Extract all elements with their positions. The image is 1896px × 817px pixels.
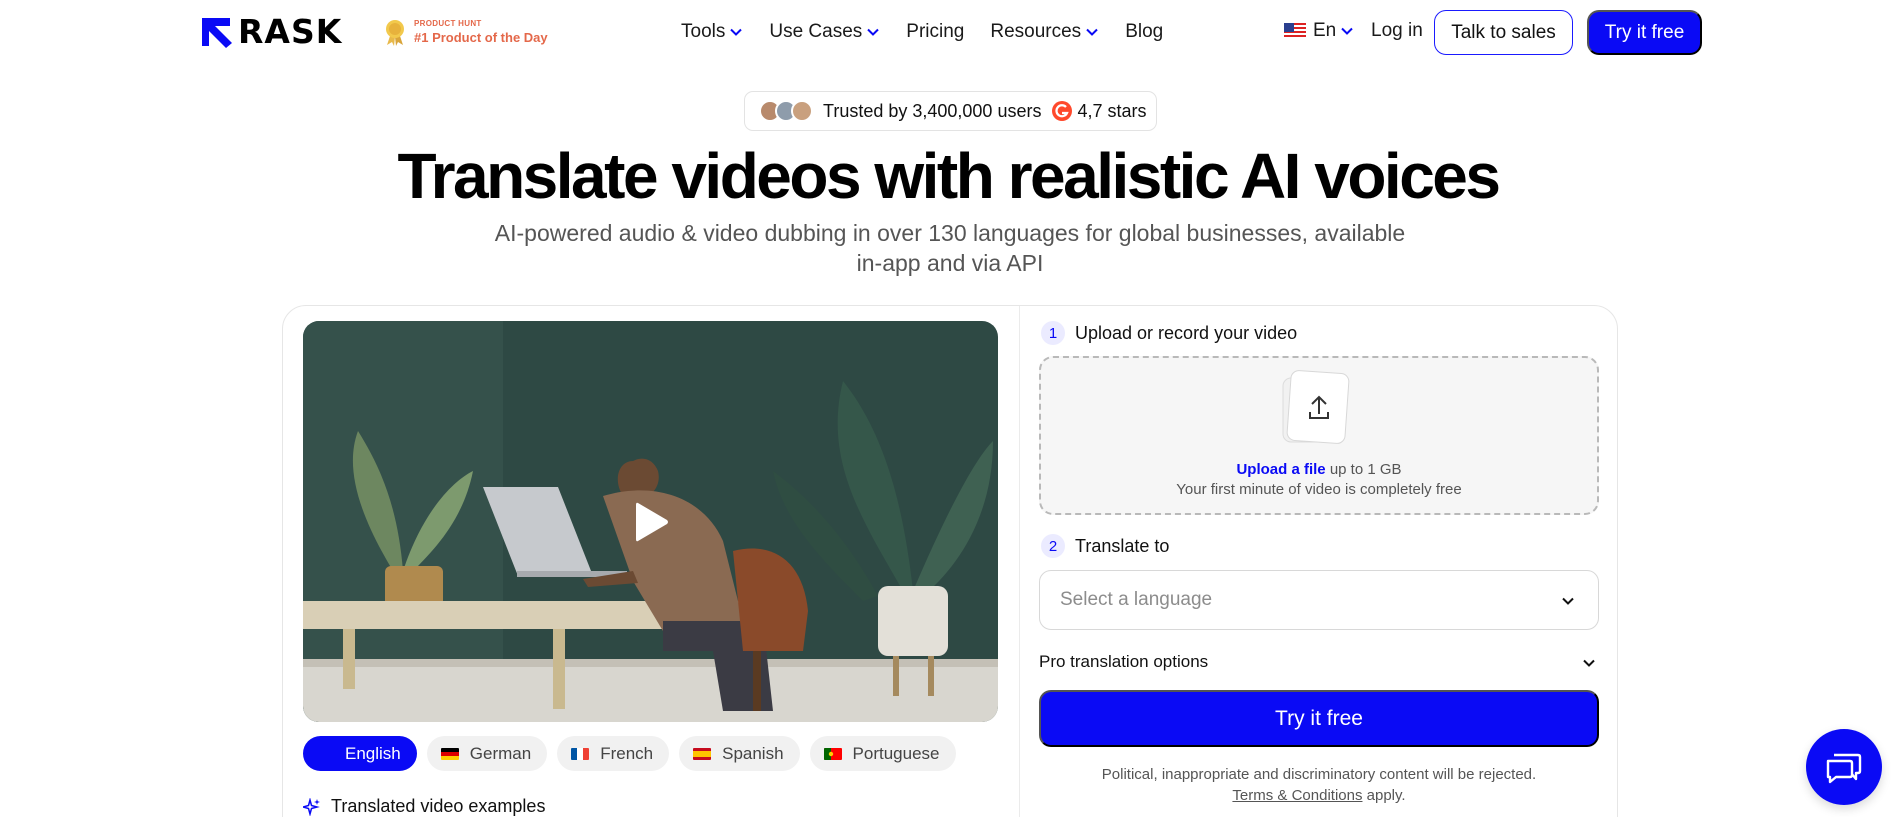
terms-link[interactable]: Terms & Conditions xyxy=(1232,787,1362,804)
sparkle-icon xyxy=(303,797,320,816)
upload-file-link[interactable]: Upload a file xyxy=(1236,461,1325,478)
chevron-down-icon xyxy=(1341,27,1353,35)
nav-blog[interactable]: Blog xyxy=(1125,20,1163,44)
language-chips: English German French Spanish Portuguese xyxy=(303,736,956,771)
rating-text: 4,7 stars xyxy=(1077,100,1147,121)
language-chip-label: French xyxy=(600,743,654,763)
nav-use-cases-label: Use Cases xyxy=(769,21,863,42)
spanish-flag-icon xyxy=(693,747,712,760)
language-chip-french[interactable]: French xyxy=(557,736,670,771)
nav-use-cases[interactable]: Use Cases xyxy=(769,20,880,44)
main-nav: Tools Use Cases Pricing Resources Blog xyxy=(681,20,1189,44)
portuguese-flag-icon xyxy=(823,747,842,760)
nav-tools[interactable]: Tools xyxy=(681,20,743,44)
language-chip-label: Portuguese xyxy=(852,743,940,763)
chevron-down-icon xyxy=(1583,659,1595,667)
product-hunt-badge[interactable]: PRODUCT HUNT #1 Product of the Day xyxy=(384,18,548,46)
medal-icon xyxy=(386,20,404,46)
us-flag-icon xyxy=(1284,23,1306,39)
chevron-down-icon xyxy=(730,28,743,36)
product-hunt-label: PRODUCT HUNT xyxy=(414,19,482,28)
arrow-logo-icon xyxy=(202,18,232,48)
upload-icon xyxy=(1282,370,1350,444)
content-disclaimer: Political, inappropriate and discriminat… xyxy=(1039,764,1599,806)
select-placeholder: Select a language xyxy=(1060,589,1213,610)
nav-pricing-label: Pricing xyxy=(906,21,965,42)
language-chip-label: English xyxy=(345,743,401,763)
step-label: Upload or record your video xyxy=(1075,322,1298,343)
nav-pricing[interactable]: Pricing xyxy=(906,20,964,44)
examples-label: Translated video examples xyxy=(331,796,546,816)
upload-note: Your first minute of video is completely… xyxy=(1176,481,1462,498)
step-upload: 1 Upload or record your video xyxy=(1041,321,1297,345)
language-chip-portuguese[interactable]: Portuguese xyxy=(809,736,956,771)
terms-suffix: apply. xyxy=(1366,787,1406,804)
user-avatars xyxy=(759,100,813,122)
chat-icon xyxy=(1826,753,1862,784)
pro-translation-options[interactable]: Pro translation options xyxy=(1039,652,1599,674)
chevron-down-icon xyxy=(867,28,879,36)
login-link[interactable]: Log in xyxy=(1371,20,1423,42)
chevron-down-icon xyxy=(1562,597,1574,605)
play-icon[interactable] xyxy=(634,500,670,544)
logo-text: RASK xyxy=(238,12,343,51)
upload-hint: Upload a file up to 1 GB xyxy=(1039,461,1599,478)
site-header: RASK PRODUCT HUNT #1 Product of the Day … xyxy=(0,0,1896,66)
language-chip-spanish[interactable]: Spanish xyxy=(679,736,800,771)
g2-logo-icon xyxy=(1052,101,1073,121)
try-free-header-button[interactable]: Try it free xyxy=(1587,10,1702,55)
product-hunt-award: #1 Product of the Day xyxy=(414,30,548,45)
upload-limit: up to 1 GB xyxy=(1329,461,1402,478)
avatar xyxy=(791,100,813,122)
rask-logo[interactable]: RASK xyxy=(200,12,343,51)
talk-to-sales-button[interactable]: Talk to sales xyxy=(1434,10,1573,55)
nav-resources[interactable]: Resources xyxy=(990,20,1099,44)
language-chip-english[interactable]: English xyxy=(303,736,417,771)
nav-resources-label: Resources xyxy=(990,21,1082,42)
nav-tools-label: Tools xyxy=(681,21,726,42)
translated-examples-heading[interactable]: Translated video examples xyxy=(303,796,545,817)
pro-options-label: Pro translation options xyxy=(1039,652,1209,671)
language-switcher[interactable]: En xyxy=(1284,20,1354,42)
disclaimer-text: Political, inappropriate and discriminat… xyxy=(1101,766,1537,783)
chevron-down-icon xyxy=(1086,28,1098,36)
german-flag-icon xyxy=(440,747,459,760)
trust-text: Trusted by 3,400,000 users xyxy=(823,100,1042,121)
step-number: 2 xyxy=(1041,534,1065,558)
step-translate: 2 Translate to xyxy=(1041,534,1169,558)
page-subtitle: AI-powered audio & video dubbing in over… xyxy=(494,220,1406,276)
trust-badge: Trusted by 3,400,000 users 4,7 stars xyxy=(744,91,1157,131)
french-flag-icon xyxy=(571,747,590,760)
chat-button[interactable] xyxy=(1806,729,1882,805)
nav-blog-label: Blog xyxy=(1125,21,1164,42)
target-language-select[interactable]: Select a language xyxy=(1039,570,1599,630)
page-title: Translate videos with realistic AI voice… xyxy=(397,140,1501,212)
language-label: En xyxy=(1313,20,1337,41)
language-chip-label: German xyxy=(469,743,532,763)
language-chip-german[interactable]: German xyxy=(426,736,548,771)
step-number: 1 xyxy=(1041,321,1065,345)
language-chip-label: Spanish xyxy=(722,743,784,763)
step-label: Translate to xyxy=(1075,535,1170,556)
try-free-main-button[interactable]: Try it free xyxy=(1039,690,1599,747)
card-divider xyxy=(1019,306,1020,817)
